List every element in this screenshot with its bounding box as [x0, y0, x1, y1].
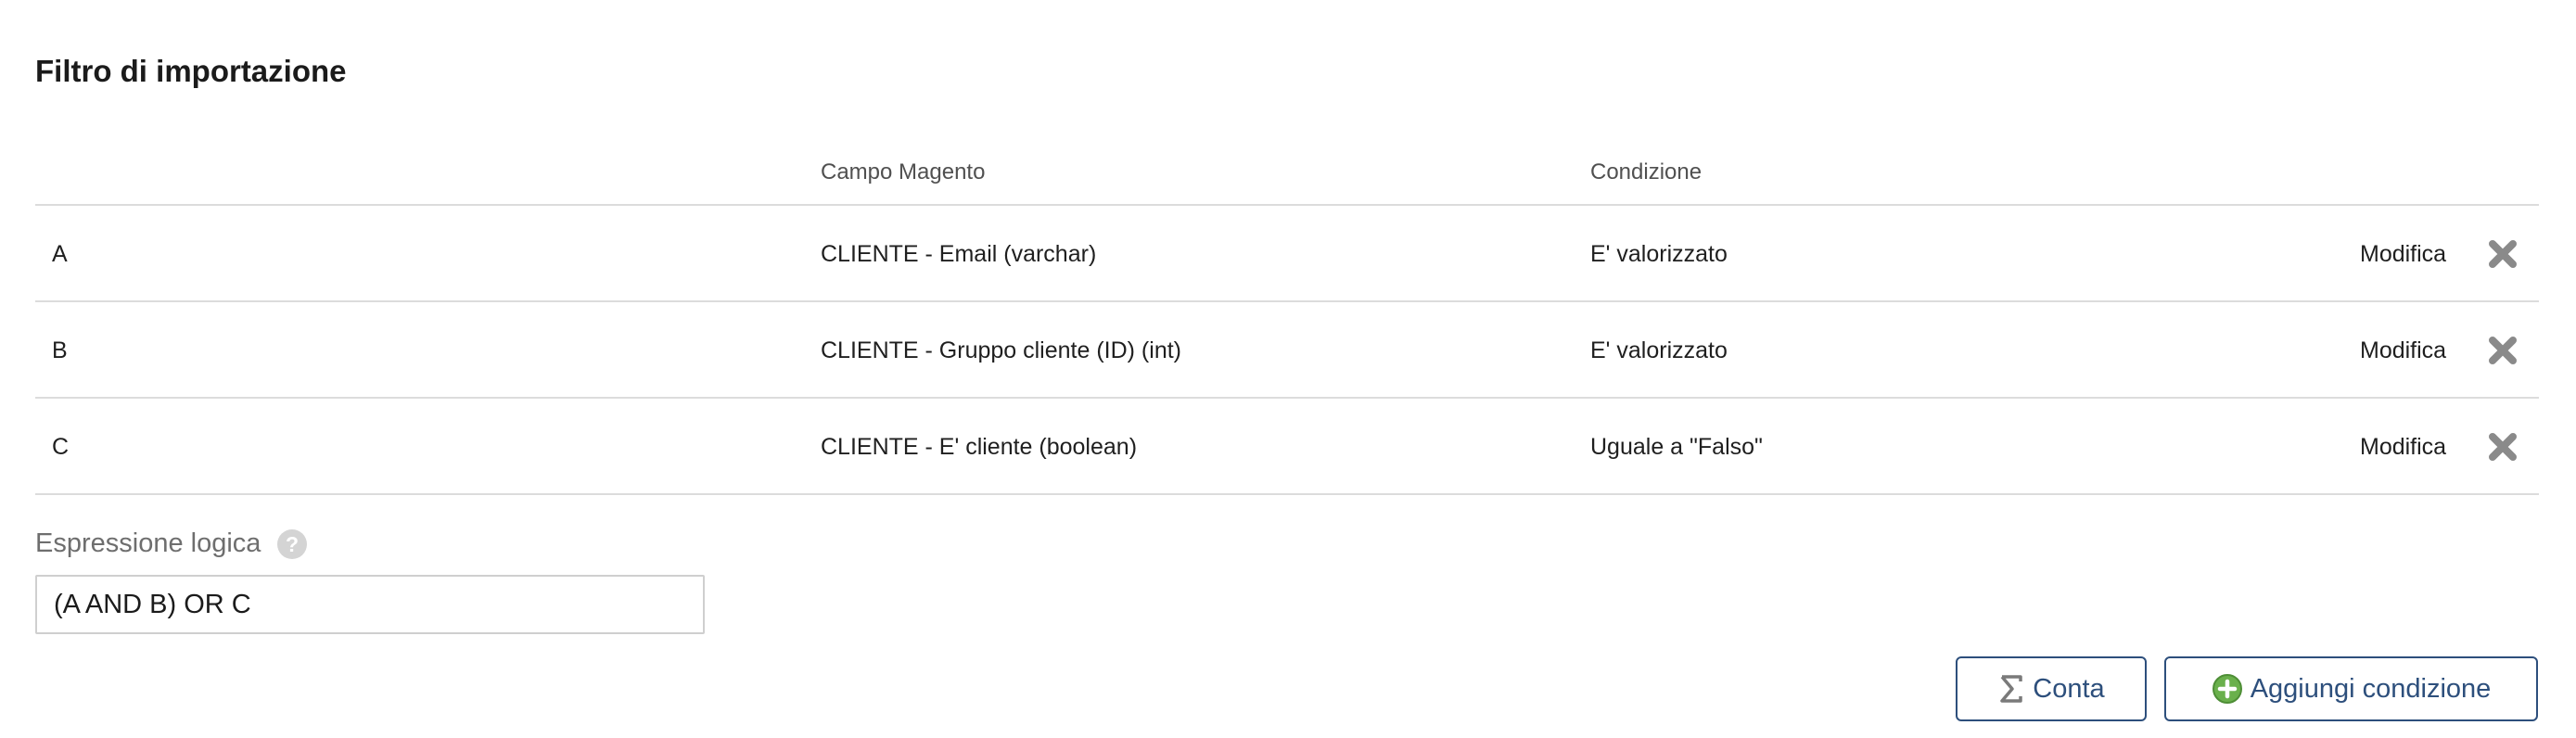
edit-button[interactable]: Modifica [2360, 434, 2446, 461]
count-button-label: Conta [2033, 673, 2105, 704]
svg-text:?: ? [286, 532, 299, 556]
edit-button[interactable]: Modifica [2360, 337, 2446, 364]
row-field: CLIENTE - Email (varchar) [821, 241, 1097, 267]
column-header-field: Campo Magento [821, 159, 986, 184]
column-header-condition: Condizione [1590, 159, 1702, 184]
question-mark-icon[interactable]: ? [276, 528, 308, 560]
row-condition: Uguale a "Falso" [1590, 434, 1763, 460]
count-button[interactable]: Conta [1956, 656, 2147, 721]
row-condition: E' valorizzato [1590, 241, 1728, 267]
expression-label: Espressione logica [35, 528, 261, 558]
row-letter: B [52, 337, 68, 363]
table-row: B CLIENTE - Gruppo cliente (ID) (int) E'… [35, 302, 2539, 399]
conditions-table: Campo Magento Condizione A CLIENTE - Ema… [35, 139, 2539, 495]
close-x-icon[interactable] [2487, 431, 2519, 463]
sigma-icon [1997, 673, 2025, 705]
add-condition-button[interactable]: Aggiungi condizione [2164, 656, 2538, 721]
plus-circle-icon [2212, 673, 2243, 705]
close-x-icon[interactable] [2487, 238, 2519, 270]
row-condition: E' valorizzato [1590, 337, 1728, 363]
row-letter: A [52, 241, 68, 267]
table-header: Campo Magento Condizione [35, 139, 2539, 206]
table-row: A CLIENTE - Email (varchar) E' valorizza… [35, 206, 2539, 302]
edit-button[interactable]: Modifica [2360, 241, 2446, 268]
row-letter: C [52, 434, 70, 460]
expression-input[interactable] [35, 575, 705, 634]
add-condition-label: Aggiungi condizione [2250, 673, 2492, 704]
row-field: CLIENTE - Gruppo cliente (ID) (int) [821, 337, 1181, 363]
import-filter-panel: Filtro di importazione Campo Magento Con… [0, 0, 2576, 738]
table-row: C CLIENTE - E' cliente (boolean) Uguale … [35, 399, 2539, 495]
row-field: CLIENTE - E' cliente (boolean) [821, 434, 1138, 460]
section-title: Filtro di importazione [35, 54, 347, 88]
close-x-icon[interactable] [2487, 335, 2519, 366]
